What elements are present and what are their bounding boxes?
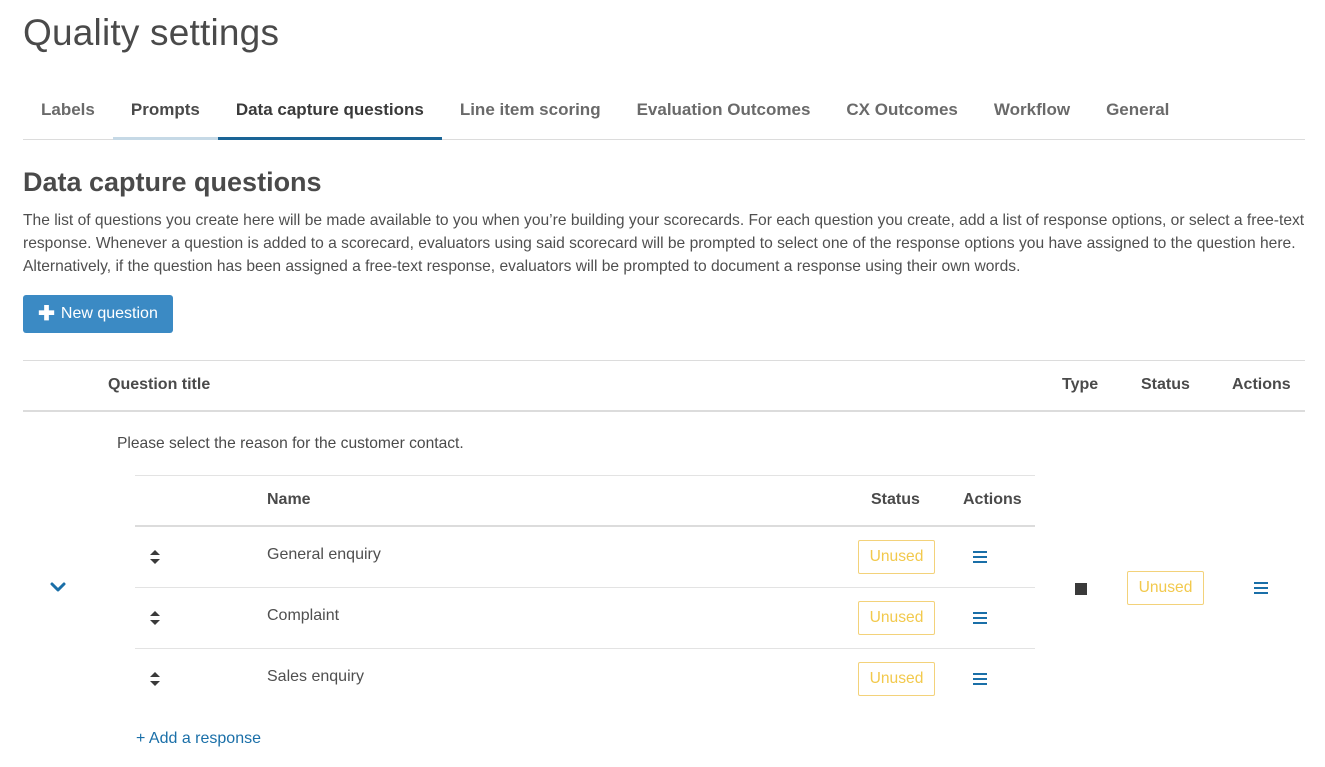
menu-icon[interactable] [972, 672, 988, 686]
header-question-title[interactable]: Question title [108, 376, 210, 394]
square-icon [1075, 583, 1087, 595]
tab-data-capture-questions[interactable]: Data capture questions [217, 86, 442, 140]
status-badge: Unused [858, 540, 935, 574]
sort-handle-icon[interactable] [148, 608, 162, 628]
question-menu-icon[interactable] [1253, 581, 1269, 595]
header-response-status: Status [871, 491, 920, 508]
questions-table-header: Question title Type Status Actions [23, 360, 1305, 412]
tab-line-item-scoring[interactable]: Line item scoring [442, 86, 619, 140]
settings-tabs: Labels Prompts Data capture questions Li… [23, 86, 1305, 140]
tab-cx-outcomes[interactable]: CX Outcomes [828, 86, 975, 140]
quality-settings-page: Quality settings Labels Prompts Data cap… [0, 0, 1325, 767]
tab-workflow[interactable]: Workflow [976, 86, 1088, 140]
header-type[interactable]: Type [1062, 376, 1098, 394]
section-description: The list of questions you create here wi… [23, 212, 1305, 275]
menu-icon[interactable] [972, 550, 988, 564]
section-title: Data capture questions [23, 167, 322, 197]
new-question-button[interactable]: ✚ New question [23, 295, 173, 333]
responses-table: Name Status Actions General enquiry Unus… [135, 475, 1035, 710]
tab-prompts[interactable]: Prompts [112, 86, 218, 140]
header-actions: Actions [1232, 376, 1291, 393]
sort-handle-icon[interactable] [148, 547, 162, 567]
tab-general[interactable]: General [1088, 86, 1187, 140]
add-response-link[interactable]: + Add a response [136, 730, 261, 748]
tab-labels[interactable]: Labels [23, 86, 113, 140]
header-status[interactable]: Status [1141, 376, 1190, 394]
header-response-name: Name [267, 491, 311, 508]
response-name: General enquiry [267, 546, 381, 563]
question-title: Please select the reason for the custome… [117, 435, 464, 452]
status-badge: Unused [858, 662, 935, 696]
response-row: Complaint Unused [135, 588, 1035, 649]
status-badge: Unused [858, 601, 935, 635]
header-response-actions: Actions [963, 491, 1022, 508]
response-name: Sales enquiry [267, 668, 364, 685]
sort-handle-icon[interactable] [148, 669, 162, 689]
responses-table-header: Name Status Actions [135, 475, 1035, 527]
response-name: Complaint [267, 607, 340, 624]
response-row: General enquiry Unused [135, 527, 1035, 588]
question-status-badge: Unused [1127, 571, 1204, 605]
page-title: Quality settings [23, 12, 280, 53]
new-question-label: New question [60, 305, 158, 322]
menu-icon[interactable] [972, 611, 988, 625]
chevron-down-icon[interactable] [49, 579, 67, 595]
tab-evaluation-outcomes[interactable]: Evaluation Outcomes [619, 86, 829, 140]
plus-icon: ✚ [38, 303, 55, 325]
response-row: Sales enquiry Unused [135, 649, 1035, 710]
